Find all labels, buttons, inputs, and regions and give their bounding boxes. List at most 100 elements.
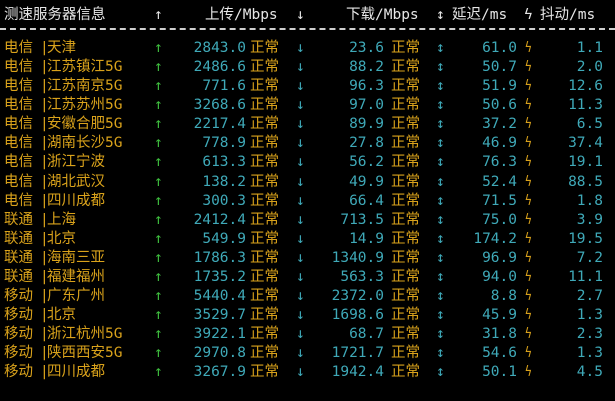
upload-arrow-icon: ↑ bbox=[154, 154, 163, 171]
isp-label: 电信 bbox=[4, 40, 33, 56]
jitter-value: 19.5 bbox=[568, 230, 603, 247]
header-updown-arrow-icon: ↕ bbox=[436, 7, 445, 23]
header-upload: 上传/Mbps bbox=[205, 7, 278, 23]
bolt-icon: ϟ bbox=[524, 59, 532, 76]
latency-value: 50.7 bbox=[482, 59, 517, 76]
isp-label: 电信 bbox=[4, 154, 33, 171]
isp-label: 电信 bbox=[4, 59, 33, 76]
download-status: 正常 bbox=[391, 59, 420, 76]
jitter-value: 19.1 bbox=[568, 154, 603, 171]
upload-arrow-icon: ↑ bbox=[154, 40, 163, 56]
upload-status: 正常 bbox=[250, 268, 279, 285]
jitter-value: 11.1 bbox=[568, 268, 603, 285]
download-arrow-icon: ↓ bbox=[296, 211, 305, 228]
upload-status: 正常 bbox=[250, 78, 279, 95]
upload-status: 正常 bbox=[250, 230, 279, 247]
server-location: 江苏镇江5G bbox=[47, 59, 123, 76]
isp-label: 移动 bbox=[4, 288, 33, 305]
table-row: 移动 | 广东广州 ↑ 5440.4 正常 ↓ 2372.0 正常 ↕ 8.8 … bbox=[0, 287, 615, 306]
bolt-icon: ϟ bbox=[524, 268, 532, 285]
download-status: 正常 bbox=[391, 173, 420, 190]
server-location: 浙江杭州5G bbox=[47, 326, 123, 343]
jitter-value: 1.1 bbox=[576, 40, 603, 56]
upload-arrow-icon: ↑ bbox=[154, 249, 163, 266]
download-arrow-icon: ↓ bbox=[296, 116, 305, 133]
download-arrow-icon: ↓ bbox=[296, 192, 305, 209]
download-arrow-icon: ↓ bbox=[296, 230, 305, 247]
upload-value: 3922.1 bbox=[193, 326, 246, 343]
table-row: 联通 | 海南三亚 ↑ 1786.3 正常 ↓ 1340.9 正常 ↕ 96.9… bbox=[0, 249, 615, 268]
download-arrow-icon: ↓ bbox=[296, 97, 305, 114]
download-arrow-icon: ↓ bbox=[296, 307, 305, 324]
latency-value: 61.0 bbox=[482, 40, 517, 56]
header-jitter: 抖动/ms bbox=[540, 7, 596, 23]
latency-value: 8.8 bbox=[490, 288, 517, 305]
upload-status: 正常 bbox=[250, 288, 279, 305]
isp-label: 电信 bbox=[4, 135, 33, 152]
table-row: 电信 | 四川成都 ↑ 300.3 正常 ↓ 66.4 正常 ↕ 71.5 ϟ … bbox=[0, 192, 615, 211]
upload-arrow-icon: ↑ bbox=[154, 97, 163, 114]
jitter-value: 12.6 bbox=[568, 78, 603, 95]
latency-value: 54.6 bbox=[482, 345, 517, 362]
download-arrow-icon: ↓ bbox=[296, 345, 305, 362]
upload-value: 2970.8 bbox=[193, 345, 246, 362]
header-bolt-icon: ϟ bbox=[524, 7, 533, 23]
header-divider bbox=[0, 28, 615, 30]
bolt-icon: ϟ bbox=[524, 135, 532, 152]
updown-arrow-icon: ↕ bbox=[436, 230, 445, 247]
upload-value: 3529.7 bbox=[193, 307, 246, 324]
upload-status: 正常 bbox=[250, 173, 279, 190]
updown-arrow-icon: ↕ bbox=[436, 154, 445, 171]
table-row: 电信 | 湖北武汉 ↑ 138.2 正常 ↓ 49.9 正常 ↕ 52.4 ϟ … bbox=[0, 173, 615, 192]
server-location: 北京 bbox=[47, 307, 76, 324]
bolt-icon: ϟ bbox=[524, 97, 532, 114]
table-row: 移动 | 浙江杭州5G ↑ 3922.1 正常 ↓ 68.7 正常 ↕ 31.8… bbox=[0, 325, 615, 344]
download-value: 1698.6 bbox=[331, 307, 384, 324]
table-row: 电信 | 江苏镇江5G ↑ 2486.6 正常 ↓ 88.2 正常 ↕ 50.7… bbox=[0, 58, 615, 77]
bolt-icon: ϟ bbox=[524, 192, 532, 209]
jitter-value: 6.5 bbox=[576, 116, 603, 133]
upload-status: 正常 bbox=[250, 135, 279, 152]
jitter-value: 11.3 bbox=[568, 97, 603, 114]
upload-arrow-icon: ↑ bbox=[154, 173, 163, 190]
download-status: 正常 bbox=[391, 135, 420, 152]
upload-value: 771.6 bbox=[202, 78, 246, 95]
table-row: 电信 | 天津 ↑ 2843.0 正常 ↓ 23.6 正常 ↕ 61.0 ϟ 1… bbox=[0, 39, 615, 58]
updown-arrow-icon: ↕ bbox=[436, 326, 445, 343]
table-row: 移动 | 四川成都 ↑ 3267.9 正常 ↓ 1942.4 正常 ↕ 50.1… bbox=[0, 363, 615, 382]
server-location: 天津 bbox=[47, 40, 76, 56]
isp-label: 电信 bbox=[4, 116, 33, 133]
isp-label: 联通 bbox=[4, 249, 33, 266]
latency-value: 31.8 bbox=[482, 326, 517, 343]
download-status: 正常 bbox=[391, 230, 420, 247]
upload-value: 613.3 bbox=[202, 154, 246, 171]
table-row: 电信 | 安徽合肥5G ↑ 2217.4 正常 ↓ 89.9 正常 ↕ 37.2… bbox=[0, 115, 615, 134]
latency-value: 96.9 bbox=[482, 249, 517, 266]
download-value: 88.2 bbox=[349, 59, 384, 76]
table-row: 电信 | 江苏南京5G ↑ 771.6 正常 ↓ 96.3 正常 ↕ 51.9 … bbox=[0, 77, 615, 96]
bolt-icon: ϟ bbox=[524, 345, 532, 362]
bolt-icon: ϟ bbox=[524, 364, 532, 381]
download-value: 1340.9 bbox=[331, 249, 384, 266]
jitter-value: 1.8 bbox=[576, 192, 603, 209]
download-value: 96.3 bbox=[349, 78, 384, 95]
header-server-info: 测速服务器信息 bbox=[4, 7, 106, 23]
upload-arrow-icon: ↑ bbox=[154, 345, 163, 362]
download-value: 97.0 bbox=[349, 97, 384, 114]
jitter-value: 1.3 bbox=[576, 307, 603, 324]
download-arrow-icon: ↓ bbox=[296, 59, 305, 76]
bolt-icon: ϟ bbox=[524, 307, 532, 324]
bolt-icon: ϟ bbox=[524, 116, 532, 133]
isp-label: 联通 bbox=[4, 268, 33, 285]
upload-arrow-icon: ↑ bbox=[154, 326, 163, 343]
download-value: 68.7 bbox=[349, 326, 384, 343]
upload-value: 3267.9 bbox=[193, 364, 246, 381]
table-row: 电信 | 湖南长沙5G ↑ 778.9 正常 ↓ 27.8 正常 ↕ 46.9 … bbox=[0, 134, 615, 153]
jitter-value: 7.2 bbox=[576, 249, 603, 266]
header-upload-arrow-icon: ↑ bbox=[154, 7, 163, 23]
latency-value: 37.2 bbox=[482, 116, 517, 133]
download-arrow-icon: ↓ bbox=[296, 135, 305, 152]
upload-value: 1735.2 bbox=[193, 268, 246, 285]
download-status: 正常 bbox=[391, 211, 420, 228]
latency-value: 50.1 bbox=[482, 364, 517, 381]
